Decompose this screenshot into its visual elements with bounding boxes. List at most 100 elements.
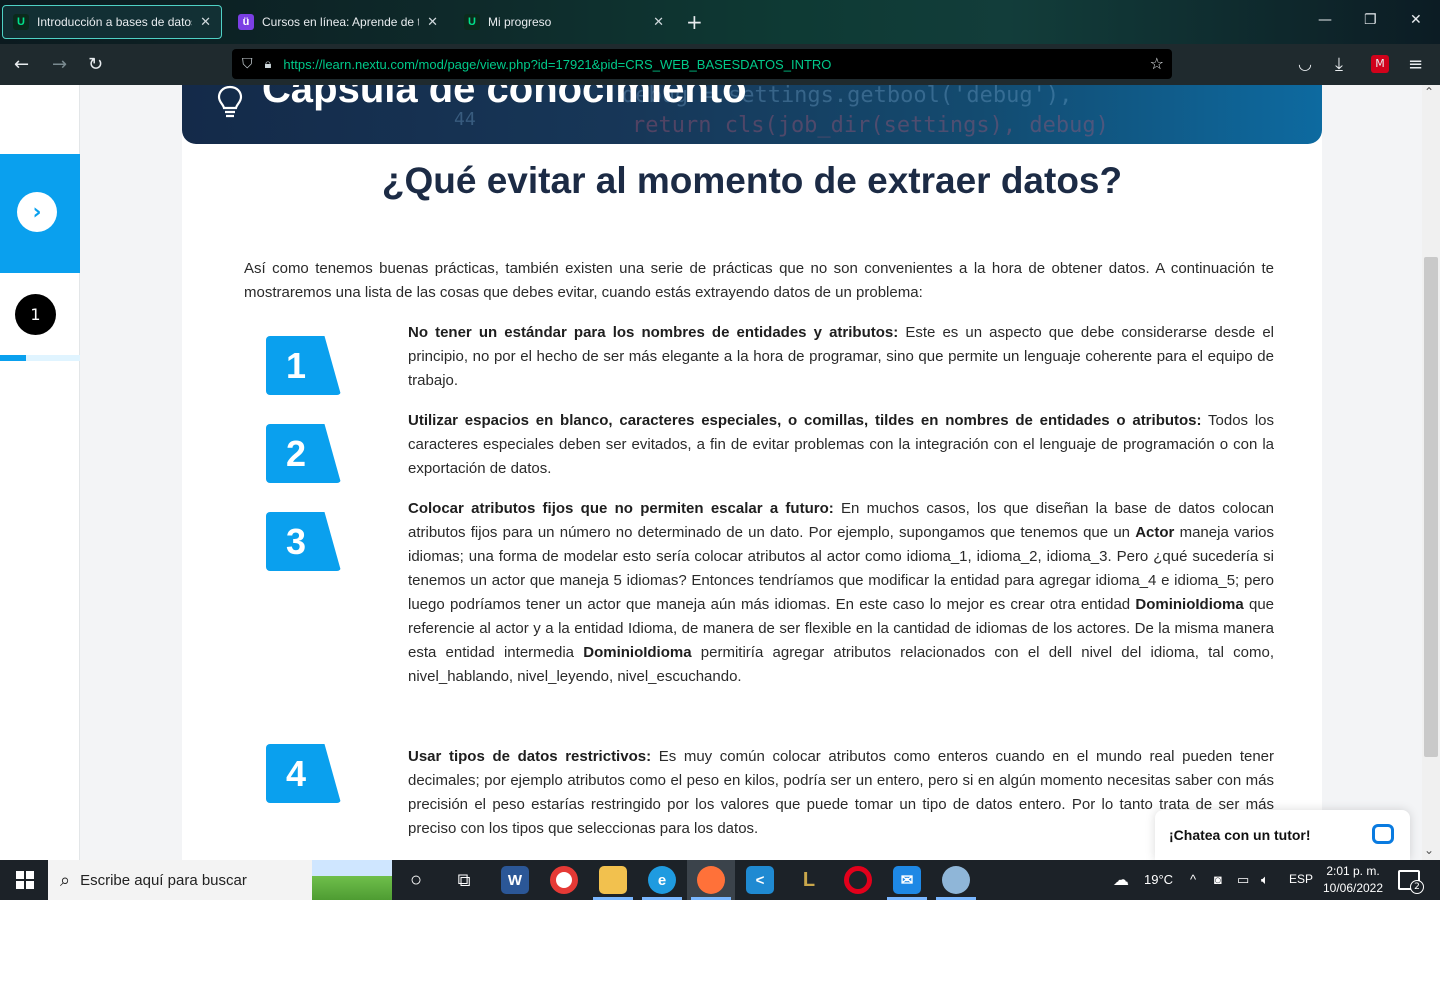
taskbar-running-indicator [593,897,633,900]
item-title: Utilizar espacios en blanco, caracteres … [408,412,1202,429]
scroll-down-icon[interactable]: ⌄ [1424,843,1434,857]
page-viewport: › 1 debug = settings.getbool('debug'), r… [0,85,1440,860]
taskbar-running-indicator [887,897,927,900]
badge-number: 1 [285,344,307,386]
browser-tab-bar: U Introducción a bases de datos ✕ ü Curs… [0,0,1440,44]
paint-icon[interactable] [942,866,970,894]
cortana-icon[interactable]: ○ [402,866,430,894]
chevron-up-icon[interactable]: ^ [1190,872,1196,887]
item-title: Usar tipos de datos restrictivos: [408,748,652,765]
taskbar-clock[interactable]: 2:01 p. m. 10/06/2022 [1318,863,1388,897]
notification-count: 2 [1410,880,1424,894]
close-tab-icon[interactable]: ✕ [200,14,211,30]
knowledge-capsule-banner: debug = settings.getbool('debug'), retur… [182,85,1322,144]
nextu-icon: U [464,14,480,30]
clock-date: 10/06/2022 [1322,881,1384,895]
word-icon[interactable]: W [501,866,529,894]
badge-number: 2 [285,432,307,474]
reload-icon[interactable]: ↻ [88,54,103,75]
close-tab-icon[interactable]: ✕ [653,14,664,30]
clock-time: 2:01 p. m. [1326,864,1380,878]
firefox-icon[interactable] [697,866,725,894]
search-highlight-art [312,860,392,900]
progress-bar-fill [0,355,26,361]
download-icon[interactable]: ⤓ [1335,54,1343,75]
language-indicator[interactable]: ESP [1289,872,1313,886]
menu-hamburger-icon[interactable]: ≡ [1408,54,1423,75]
tab-cursos-en-linea[interactable]: ü Cursos en línea: Aprende de todo ✕ [228,5,448,39]
opera-icon[interactable] [844,866,872,894]
cloud-icon[interactable]: ☁ [1113,870,1129,890]
pocket-icon[interactable]: ◡ [1298,54,1312,73]
taskbar-running-indicator [691,897,731,900]
search-icon: ⌕ [60,869,71,891]
item-title: No tener un estándar para los nombres de… [408,324,899,341]
list-item: Usar tipos de datos restrictivos: Es muy… [408,745,1274,841]
forward-arrow-icon[interactable]: → [52,54,67,75]
step-number-badge[interactable]: 1 [15,294,56,335]
item-title: Colocar atributos fijos que no permiten … [408,500,834,517]
notification-center-icon[interactable]: 2 [1398,870,1424,894]
back-arrow-icon[interactable]: ← [14,54,29,75]
list-item: Utilizar espacios en blanco, caracteres … [408,409,1274,481]
extension-icon[interactable]: M [1371,55,1389,73]
windows-start-icon[interactable] [16,871,34,889]
nextu-icon: U [13,14,29,30]
network-icon[interactable]: ▭ [1237,872,1249,888]
scroll-up-icon[interactable]: ⌃ [1424,85,1434,99]
banner-code-text: return cls(job_dir(settings), debug) [632,113,1109,138]
vscode-icon[interactable]: < [746,866,774,894]
windows-taskbar: ⌕ Escribe aquí para buscar ○ ⧉ W e < L ✉… [0,860,1440,900]
close-window-icon[interactable]: ✕ [1410,12,1422,28]
mail-icon[interactable]: ✉ [893,866,921,894]
item-bold-term: Actor [1135,524,1175,541]
chrome-icon[interactable] [550,866,578,894]
chat-tutor-widget[interactable]: ¡Chatea con un tutor! [1155,810,1410,860]
lock-icon[interactable]: 🔒︎ [265,57,272,72]
search-placeholder[interactable]: Escribe aquí para buscar [80,872,247,889]
bookmark-star-icon[interactable]: ☆ [1150,54,1164,73]
chat-bubble-icon[interactable] [1372,824,1394,844]
badge-number: 4 [285,752,307,794]
progress-bar [0,355,80,361]
udemy-icon: ü [238,14,254,30]
close-tab-icon[interactable]: ✕ [427,14,438,30]
item-bold-term: DominioIdioma [1135,596,1244,613]
restore-icon[interactable]: ❐ [1364,12,1377,28]
item-bold-term: DominioIdioma [583,644,692,661]
camera-icon[interactable]: ◙ [1214,872,1222,887]
weather-temperature[interactable]: 19°C [1144,872,1173,887]
number-badge: 1 [266,336,341,395]
intro-paragraph: Así como tenemos buenas prácticas, tambi… [244,260,1274,301]
chat-label[interactable]: ¡Chatea con un tutor! [1169,827,1311,843]
edge-icon[interactable]: e [648,866,676,894]
banner-title: Cápsula de conocimiento [262,85,747,111]
number-badge: 2 [266,424,341,483]
badge-number: 3 [285,520,307,562]
new-tab-button[interactable]: + [686,10,703,34]
number-badge: 4 [266,744,341,803]
taskbar-search-box[interactable]: ⌕ Escribe aquí para buscar [48,860,392,900]
address-bar[interactable]: ⛉ 🔒︎ https://learn.nextu.com/mod/page/vi… [232,49,1172,79]
page-title: ¿Qué evitar al momento de extraer datos? [381,160,1123,201]
browser-nav-bar: ← → ↻ ⛉ 🔒︎ https://learn.nextu.com/mod/p… [0,44,1440,85]
scrollbar-thumb[interactable] [1424,257,1438,757]
tab-intro-bases-datos[interactable]: U Introducción a bases de datos ✕ [2,5,222,39]
taskbar-running-indicator [936,897,976,900]
league-of-legends-icon[interactable]: L [795,866,823,894]
volume-icon[interactable]: 🔈︎ [1261,872,1269,888]
tab-mi-progreso[interactable]: U Mi progreso ✕ [454,5,674,39]
minimize-icon[interactable]: — [1318,12,1332,28]
file-explorer-icon[interactable] [599,866,627,894]
tab-title: Mi progreso [488,15,552,29]
list-item: Colocar atributos fijos que no permiten … [408,497,1274,689]
chevron-right-icon[interactable]: › [17,192,57,232]
tab-title: Introducción a bases de datos [37,15,193,29]
list-item: No tener un estándar para los nombres de… [408,321,1274,393]
tab-title: Cursos en línea: Aprende de todo [262,15,419,29]
url-text[interactable]: https://learn.nextu.com/mod/page/view.ph… [283,57,831,72]
shield-icon[interactable]: ⛉ [242,56,253,72]
task-view-icon[interactable]: ⧉ [450,866,478,894]
banner-code-number: 44 [454,109,476,130]
taskbar-running-indicator [642,897,682,900]
